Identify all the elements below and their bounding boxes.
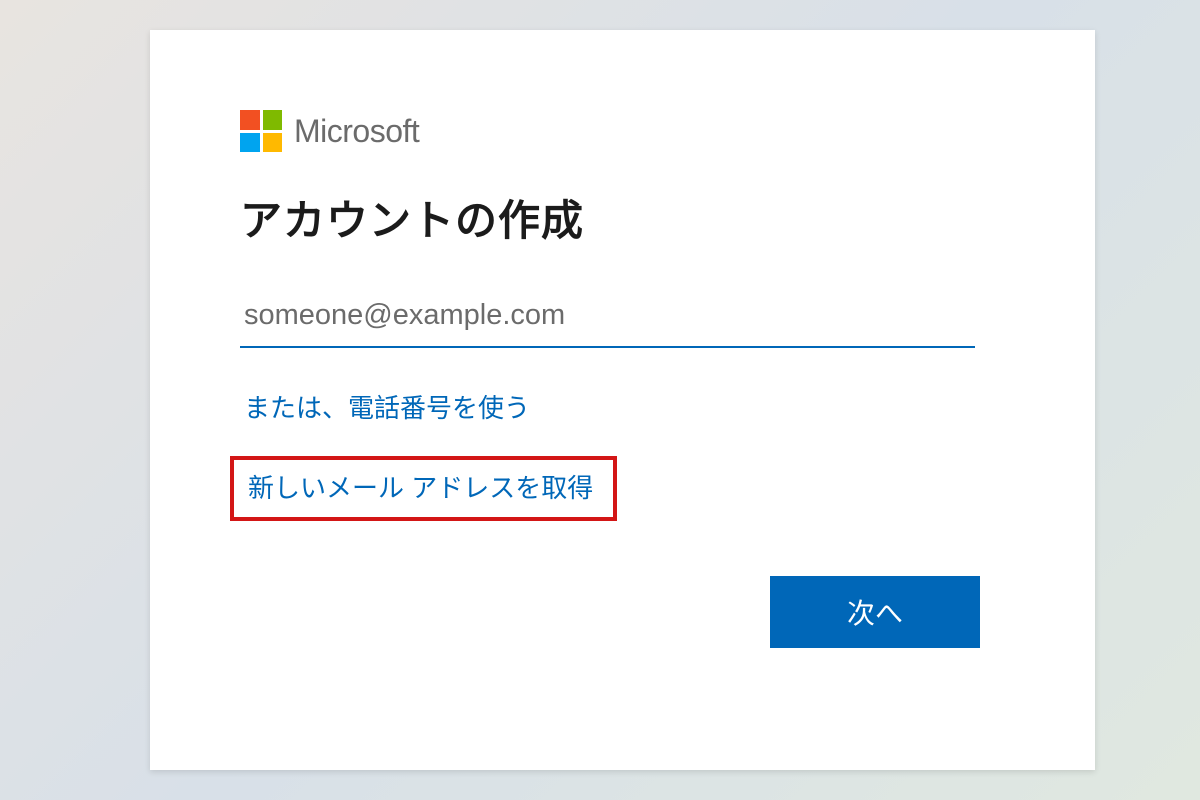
brand-row: Microsoft (240, 110, 1005, 152)
button-row: 次へ (240, 576, 1005, 648)
get-new-email-link[interactable]: 新しいメール アドレスを取得 (248, 470, 593, 506)
page-title: アカウントの作成 (240, 187, 1005, 248)
brand-name: Microsoft (294, 113, 419, 150)
highlight-annotation: 新しいメール アドレスを取得 (230, 456, 617, 520)
microsoft-logo-icon (240, 110, 282, 152)
next-button[interactable]: 次へ (770, 576, 980, 648)
use-phone-link[interactable]: または、電話番号を使う (244, 390, 530, 426)
email-input[interactable] (240, 293, 975, 348)
signup-card: Microsoft アカウントの作成 または、電話番号を使う 新しいメール アド… (150, 30, 1095, 770)
